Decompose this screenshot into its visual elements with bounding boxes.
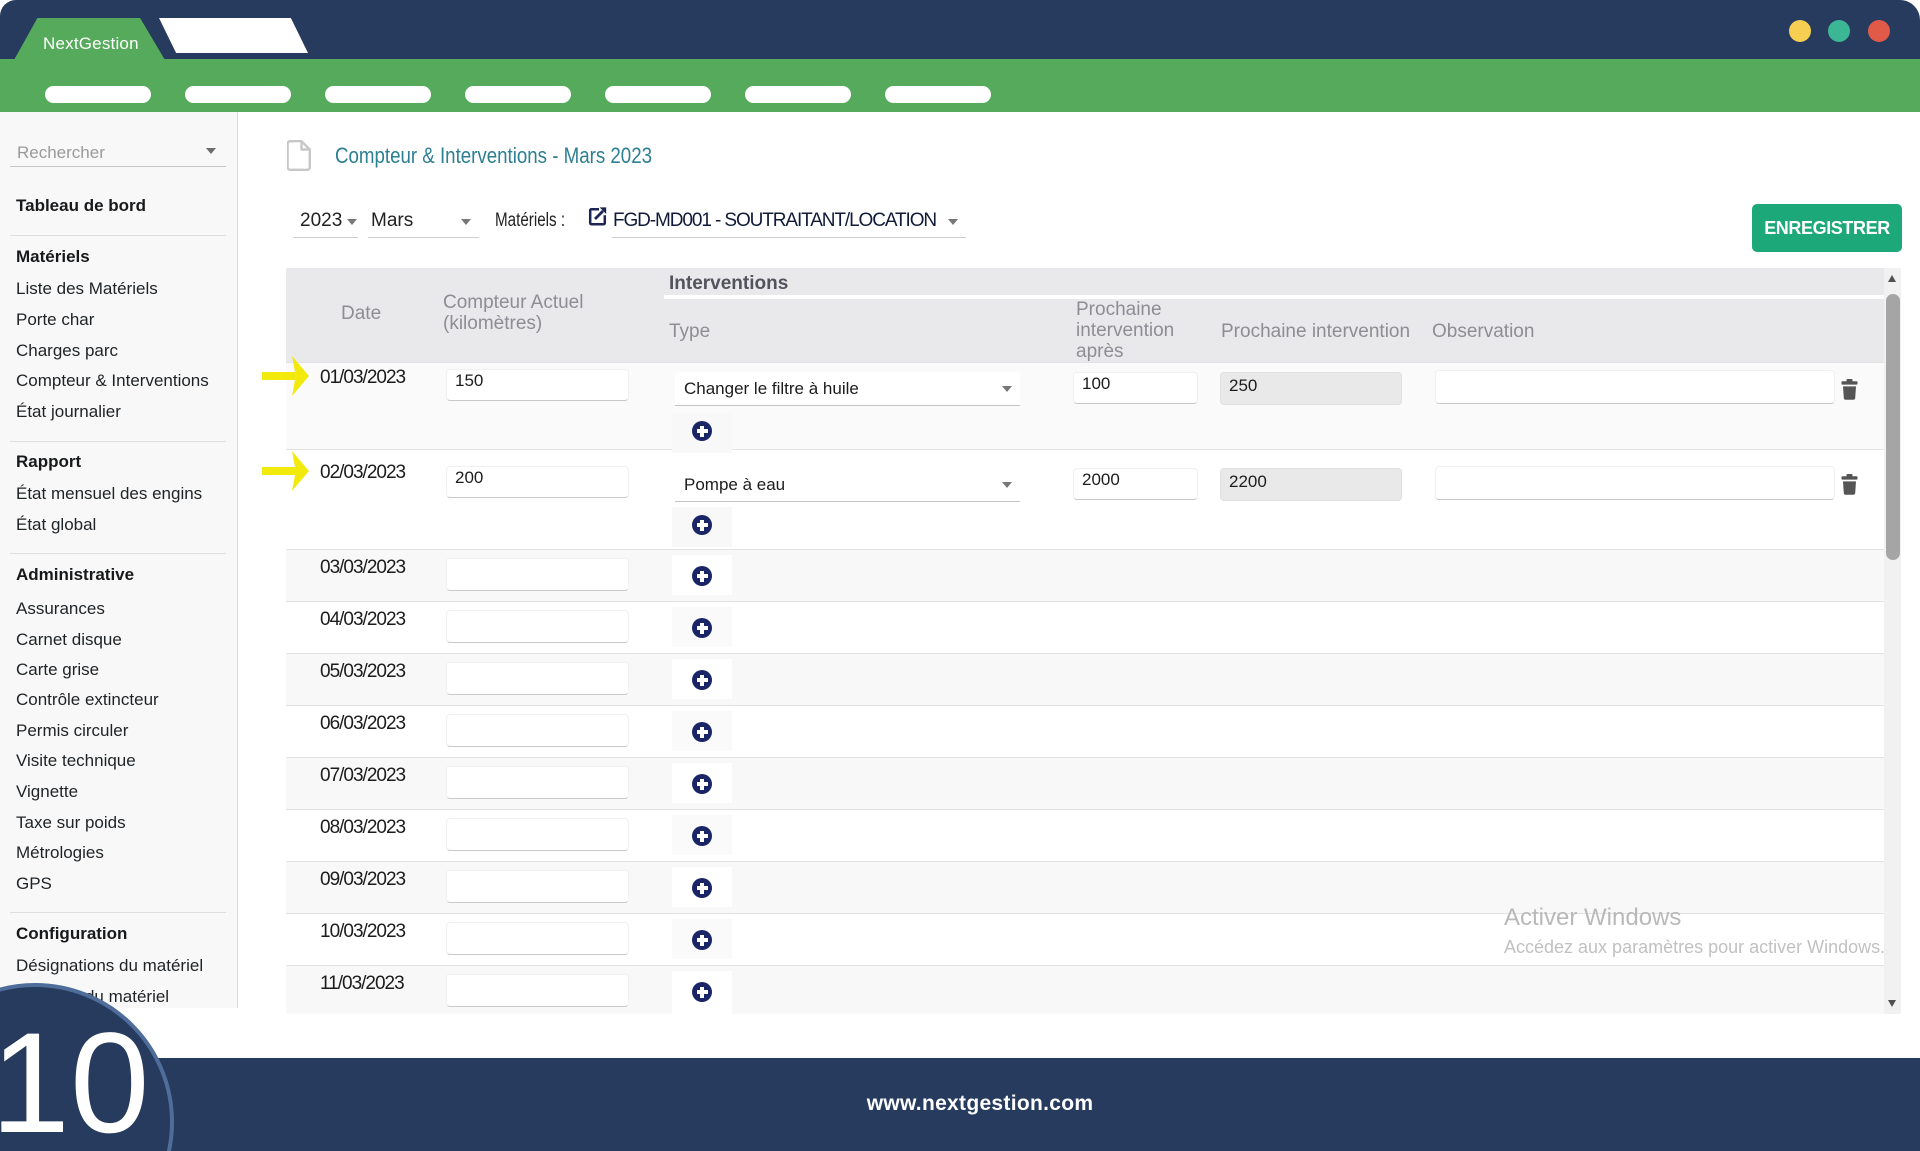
svg-text:10: 10: [0, 1004, 150, 1151]
